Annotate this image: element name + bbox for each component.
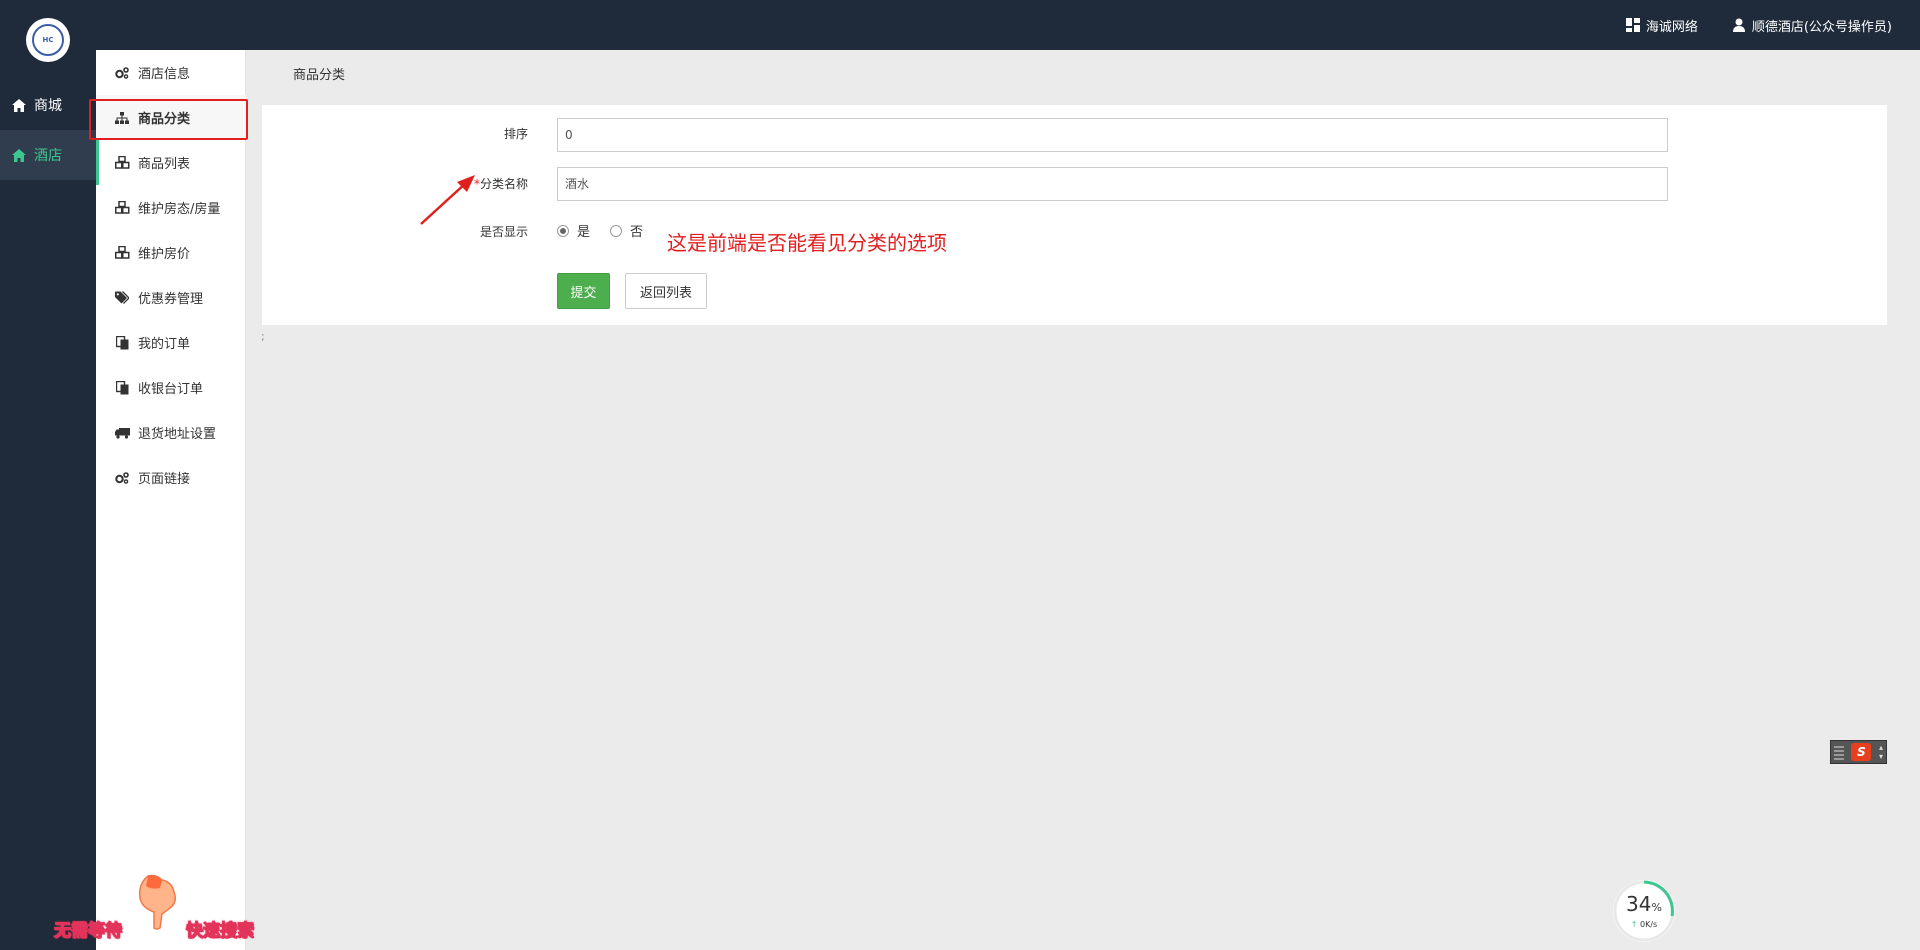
home-icon xyxy=(12,148,26,162)
brand-logo[interactable]: HC xyxy=(26,18,70,62)
sort-input[interactable]: 0 xyxy=(557,118,1668,152)
annotation-text: 这是前端是否能看见分类的选项 xyxy=(667,231,947,255)
truck-icon xyxy=(114,425,130,441)
gears-icon xyxy=(114,470,130,486)
sidebar-item-product-list[interactable]: 商品列表 xyxy=(96,140,246,185)
nav-item-hotel[interactable]: 酒店 xyxy=(0,130,96,180)
sidebar-item-room-status[interactable]: 维护房态/房量 xyxy=(96,185,246,230)
sidebar-item-cashier-orders[interactable]: 收银台订单 xyxy=(96,365,246,410)
sort-label: 排序 xyxy=(503,127,528,141)
category-name-input[interactable]: 酒水 xyxy=(557,167,1668,201)
sidebar-item-room-price[interactable]: 维护房价 xyxy=(96,230,246,275)
sidebar-item-label: 页面链接 xyxy=(138,472,191,487)
sidebar-item-label: 退货地址设置 xyxy=(138,427,217,442)
promo-right-text: 快速搜索 xyxy=(186,921,255,942)
speed-percent: 34% xyxy=(1626,891,1662,916)
tags-icon xyxy=(114,290,130,306)
search-promo-sticker[interactable]: 无需等待 快速搜索 xyxy=(54,870,270,944)
sidebar-item-label: 维护房价 xyxy=(138,247,191,262)
cubes-icon xyxy=(114,200,130,216)
sidebar-item-label: 商品列表 xyxy=(138,157,191,172)
name-label-text: 分类名称 xyxy=(479,177,528,191)
cubes-icon xyxy=(114,155,130,171)
caret-icon[interactable]: ▴ ▾ xyxy=(1879,743,1883,761)
sidebar-item-label: 维护房态/房量 xyxy=(138,202,221,217)
visible-radio-group: 是 否 xyxy=(557,221,643,240)
dashboard-icon xyxy=(1625,18,1640,32)
sidebar-item-label: 收银台订单 xyxy=(138,382,204,397)
copy-icon xyxy=(114,380,130,396)
sub-sidebar: 酒店信息 商品分类 商品列表 维护房态/房量 维护房价 优惠券管理 我的订单 收… xyxy=(96,50,246,950)
ime-toolbar[interactable]: S ▴ ▾ xyxy=(1830,740,1887,764)
sidebar-item-label: 优惠券管理 xyxy=(138,292,204,307)
main-nav: HC 商城 酒店 xyxy=(0,0,96,950)
visible-no-label[interactable]: 否 xyxy=(630,221,643,240)
top-bar: 海诚网络 顺德酒店(公众号操作员) xyxy=(0,0,1920,50)
sidebar-item-label: 酒店信息 xyxy=(138,67,191,82)
user-label: 顺德酒店(公众号操作员) xyxy=(1751,19,1892,35)
copy-icon xyxy=(114,335,130,351)
sidebar-item-category[interactable]: 商品分类 xyxy=(96,95,246,140)
gears-icon xyxy=(114,65,130,81)
pointing-hand-icon xyxy=(138,874,177,930)
sidebar-item-return-address[interactable]: 退货地址设置 xyxy=(96,410,246,455)
org-link[interactable]: 海诚网络 xyxy=(1625,16,1698,35)
user-menu[interactable]: 顺德酒店(公众号操作员) xyxy=(1732,16,1892,35)
drag-grip-icon[interactable] xyxy=(1834,744,1844,760)
back-to-list-button[interactable]: 返回列表 xyxy=(625,273,707,309)
speed-rate: ↑ 0K/s xyxy=(1630,919,1658,929)
sidebar-item-label: 商品分类 xyxy=(138,112,191,127)
cubes-icon xyxy=(114,245,130,261)
visible-no-radio[interactable] xyxy=(610,224,623,237)
promo-left-text: 无需等待 xyxy=(54,921,123,942)
nav-item-label: 酒店 xyxy=(34,148,62,164)
stray-text: ; xyxy=(261,330,265,343)
form-panel: 排序 0 *分类名称 酒水 是否显示 是 否 这是前端是否能看见分类的选项 提交… xyxy=(262,105,1887,325)
sidebar-item-coupons[interactable]: 优惠券管理 xyxy=(96,275,246,320)
sitemap-icon xyxy=(114,110,130,126)
nav-item-label: 商城 xyxy=(34,98,62,114)
org-label: 海诚网络 xyxy=(1645,19,1698,35)
top-bar-right: 海诚网络 顺德酒店(公众号操作员) xyxy=(1625,0,1892,50)
sidebar-item-label: 我的订单 xyxy=(138,337,191,352)
page-title: 商品分类 xyxy=(293,68,346,83)
user-icon xyxy=(1732,18,1746,32)
submit-button[interactable]: 提交 xyxy=(557,273,610,309)
visible-yes-radio[interactable] xyxy=(557,224,569,237)
annotation-arrow xyxy=(420,175,475,225)
logo-text: HC xyxy=(42,36,54,44)
ime-logo-icon: S xyxy=(1851,743,1872,761)
home-icon xyxy=(12,98,26,112)
sidebar-item-hotel-info[interactable]: 酒店信息 xyxy=(96,50,246,95)
sidebar-item-my-orders[interactable]: 我的订单 xyxy=(96,320,246,365)
visible-yes-label[interactable]: 是 xyxy=(577,221,590,240)
network-speed-widget[interactable]: 34% ↑ 0K/s xyxy=(1613,880,1675,942)
nav-item-mall[interactable]: 商城 xyxy=(0,80,96,130)
sidebar-item-page-links[interactable]: 页面链接 xyxy=(96,455,246,500)
logo-mark: HC xyxy=(32,24,64,56)
